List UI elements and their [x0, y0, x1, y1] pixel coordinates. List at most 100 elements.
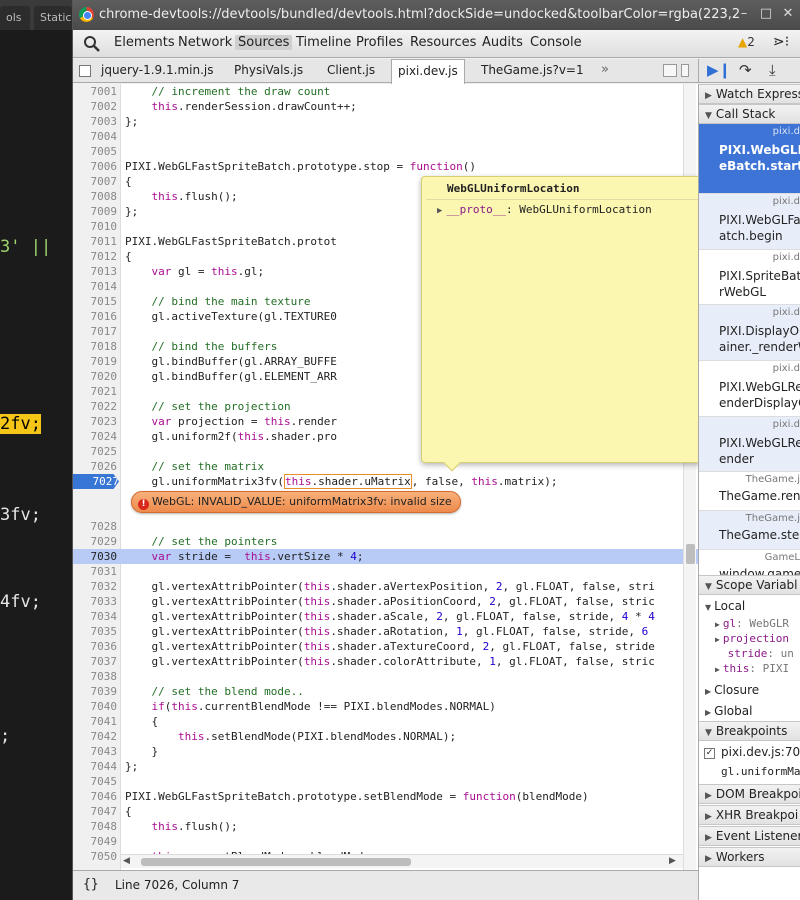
line-number[interactable]: 7015: [73, 294, 118, 309]
code-line[interactable]: 7038: [73, 669, 698, 684]
line-number[interactable]: 7048: [73, 819, 118, 834]
tab-audits[interactable]: Audits: [482, 35, 523, 50]
line-number[interactable]: 7036: [73, 639, 118, 654]
collapse-triangle-icon[interactable]: ▶: [715, 620, 720, 629]
line-number[interactable]: 7041: [73, 714, 118, 729]
code-line[interactable]: 7033 gl.vertexAttribPointer(this.shader.…: [73, 594, 698, 609]
line-number[interactable]: 7026: [73, 459, 118, 474]
watch-expressions-header[interactable]: ▶ Watch Express: [699, 84, 800, 104]
line-number[interactable]: 7022: [73, 399, 118, 414]
code-line[interactable]: 7029 // set the pointers: [73, 534, 698, 549]
code-line[interactable]: 7004: [73, 129, 698, 144]
line-number[interactable]: 7035: [73, 624, 118, 639]
file-tab-jquery[interactable]: jquery-1.9.1.min.js: [101, 63, 213, 77]
search-icon[interactable]: [83, 35, 101, 53]
line-number[interactable]: 7006: [73, 159, 118, 174]
line-number[interactable]: 7028: [73, 519, 118, 534]
call-frame[interactable]: pixi.d PIXI.SpriteBatc rWebGL: [699, 250, 800, 305]
code-line[interactable]: 7045: [73, 774, 698, 789]
breakpoint-checkbox[interactable]: ✓: [704, 748, 715, 759]
line-number[interactable]: 7007: [73, 174, 118, 189]
line-number[interactable]: 7025: [73, 444, 118, 459]
line-number[interactable]: 7033: [73, 594, 118, 609]
code-line[interactable]: 7005: [73, 144, 698, 159]
file-tab-physivals[interactable]: PhysiVals.js: [234, 63, 303, 77]
expand-triangle-icon[interactable]: ▶: [437, 206, 442, 216]
step-over-icon[interactable]: ↷: [739, 61, 752, 79]
tab-network[interactable]: Network: [178, 35, 232, 50]
code-line[interactable]: 7043 }: [73, 744, 698, 759]
code-line[interactable]: 7037 gl.vertexAttribPointer(this.shader.…: [73, 654, 698, 669]
code-line[interactable]: 7048 this.flush();: [73, 819, 698, 834]
code-line[interactable]: 7001 // increment the draw count: [73, 84, 698, 99]
vertical-scroll-thumb[interactable]: [686, 544, 695, 564]
line-number[interactable]: 7014: [73, 279, 118, 294]
line-number[interactable]: 7016: [73, 309, 118, 324]
line-number[interactable]: 7027: [73, 474, 119, 489]
scroll-right-icon[interactable]: ▶: [669, 856, 676, 866]
line-number[interactable]: 7021: [73, 384, 118, 399]
line-number[interactable]: 7047: [73, 804, 118, 819]
code-line[interactable]: 7039 // set the blend mode..: [73, 684, 698, 699]
collapse-triangle-icon[interactable]: ▶: [715, 635, 720, 644]
line-number[interactable]: 7017: [73, 324, 118, 339]
line-number[interactable]: 7013: [73, 264, 118, 279]
code-line[interactable]: 7049: [73, 834, 698, 849]
line-number[interactable]: 7045: [73, 774, 118, 789]
line-number[interactable]: 7023: [73, 414, 118, 429]
line-number[interactable]: 7002: [73, 99, 118, 114]
line-number[interactable]: 7040: [73, 699, 118, 714]
line-number[interactable]: 7043: [73, 744, 118, 759]
tab-sources[interactable]: Sources: [235, 35, 293, 50]
file-tab-thegame[interactable]: TheGame.js?v=1: [481, 63, 584, 77]
breakpoints-header[interactable]: ▼ Breakpoints: [699, 721, 800, 741]
code-line[interactable]: 7027 gl.uniformMatrix3fv(this.shader.uMa…: [73, 474, 698, 489]
line-number[interactable]: 7018: [73, 339, 118, 354]
line-number[interactable]: 7008: [73, 189, 118, 204]
code-line[interactable]: 7046 PIXI.WebGLFastSpriteBatch.prototype.…: [73, 789, 698, 804]
local-variable[interactable]: ▶ projection: [715, 632, 789, 645]
code-line[interactable]: 7006 PIXI.WebGLFastSpriteBatch.prototype.…: [73, 159, 698, 174]
file-tab-client[interactable]: Client.js: [327, 63, 375, 77]
line-number[interactable]: 7009: [73, 204, 118, 219]
minimize-button[interactable]: –: [733, 4, 755, 24]
code-line[interactable]: 7042 this.setBlendMode(PIXI.blendModes.N…: [73, 729, 698, 744]
maximize-button[interactable]: □: [755, 4, 777, 24]
step-into-icon[interactable]: ⤓: [769, 61, 776, 79]
scroll-left-icon[interactable]: ◀: [123, 856, 130, 866]
line-number[interactable]: 7011: [73, 234, 118, 249]
collapse-triangle-icon[interactable]: ▶: [715, 665, 720, 674]
line-number[interactable]: 7003: [73, 114, 118, 129]
tab-elements[interactable]: Elements: [114, 35, 175, 50]
line-number[interactable]: 7042: [73, 729, 118, 744]
local-variable[interactable]: ▶ this: PIXI: [715, 662, 789, 675]
code-line[interactable]: 7047 {: [73, 804, 698, 819]
xhr-breakpoints-header[interactable]: ▶ XHR Breakpoi: [699, 805, 800, 825]
call-frame[interactable]: pixi.d PIXI.WebGLFas atch.begin: [699, 194, 800, 250]
popover-property-row[interactable]: ▶ __proto__: WebGLUniformLocation: [437, 203, 652, 216]
breakpoint-location[interactable]: pixi.dev.js:702: [721, 745, 800, 759]
line-number[interactable]: 7046: [73, 789, 118, 804]
line-number[interactable]: 7029: [73, 534, 118, 549]
line-number[interactable]: 7049: [73, 834, 118, 849]
workers-header[interactable]: ▶ Workers: [699, 847, 800, 867]
tab-timeline[interactable]: Timeline: [296, 35, 351, 50]
line-number[interactable]: 7004: [73, 129, 118, 144]
call-frame[interactable]: pixi.d PIXI.DisplayOb ainer._renderW: [699, 305, 800, 361]
background-tab[interactable]: ols: [0, 6, 30, 30]
call-stack-header[interactable]: ▼ Call Stack: [699, 104, 800, 124]
call-frame[interactable]: pixi.d PIXI.WebGLRe ender: [699, 417, 800, 472]
code-line[interactable]: 7034 gl.vertexAttribPointer(this.shader.…: [73, 609, 698, 624]
navigator-toggle-icon[interactable]: [79, 65, 91, 77]
pretty-print-button[interactable]: {}: [83, 877, 99, 892]
background-tab[interactable]: Static: [34, 6, 72, 30]
line-number[interactable]: 7012: [73, 249, 118, 264]
code-line[interactable]: 7035 gl.vertexAttribPointer(this.shader.…: [73, 624, 698, 639]
tab-profiles[interactable]: Profiles: [356, 35, 403, 50]
line-number[interactable]: 7030: [73, 549, 118, 564]
line-number[interactable]: 7005: [73, 144, 118, 159]
collapse-triangle-icon[interactable]: [715, 650, 725, 659]
more-tabs-button[interactable]: »: [601, 62, 609, 77]
code-line[interactable]: 7041 {: [73, 714, 698, 729]
line-number[interactable]: 7001: [73, 84, 118, 99]
